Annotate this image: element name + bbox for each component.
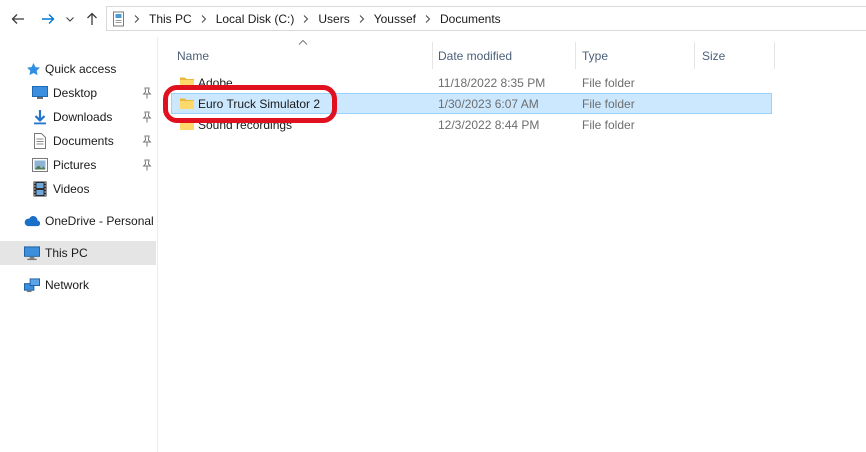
file-row-sound-recordings[interactable]: Sound recordings 12/3/2022 8:44 PM File …	[171, 114, 772, 135]
file-row-adobe[interactable]: Adobe 11/18/2022 8:35 PM File folder	[171, 72, 772, 93]
computer-icon	[24, 245, 40, 261]
breadcrumb-users[interactable]: Users	[314, 12, 353, 26]
file-date-modified: 12/3/2022 8:44 PM	[438, 117, 540, 132]
file-type: File folder	[582, 117, 635, 132]
column-divider[interactable]	[432, 42, 433, 69]
film-strip-icon	[32, 181, 48, 197]
breadcrumb-separator-icon[interactable]	[196, 14, 212, 23]
nav-item-documents[interactable]: Documents	[0, 129, 156, 153]
breadcrumb-separator-icon[interactable]	[420, 14, 436, 23]
document-icon	[32, 133, 48, 149]
back-button[interactable]	[8, 9, 28, 29]
file-name: Adobe	[198, 75, 233, 90]
recent-locations-button[interactable]	[64, 9, 76, 29]
nav-label: Pictures	[53, 158, 97, 172]
nav-item-this-pc[interactable]: This PC	[0, 241, 156, 265]
arrow-left-icon	[11, 14, 24, 24]
nav-label: Network	[45, 278, 90, 292]
nav-item-onedrive[interactable]: OneDrive - Personal	[0, 209, 156, 233]
pin-icon[interactable]	[142, 135, 152, 147]
nav-label: Desktop	[53, 86, 98, 100]
column-header-size[interactable]: Size	[702, 42, 774, 69]
arrow-up-icon	[87, 12, 97, 25]
nav-label: This PC	[45, 246, 88, 260]
chevron-down-icon	[66, 16, 74, 22]
navigation-pane: Quick access Desktop Downloads Documents	[0, 37, 158, 452]
file-name: Sound recordings	[198, 117, 293, 132]
nav-item-pictures[interactable]: Pictures	[0, 153, 156, 177]
file-name: Euro Truck Simulator 2	[198, 96, 321, 111]
column-header-name[interactable]: Name	[177, 42, 432, 69]
breadcrumb-this-pc[interactable]: This PC	[145, 12, 196, 26]
pin-icon[interactable]	[142, 111, 152, 123]
address-path-box[interactable]: This PC Local Disk (C:) Users Youssef Do…	[106, 6, 866, 31]
breadcrumb-separator-icon[interactable]	[298, 14, 314, 23]
nav-label: Quick access	[45, 62, 117, 76]
breadcrumb-documents[interactable]: Documents	[436, 12, 505, 26]
pin-icon[interactable]	[142, 87, 152, 99]
file-type: File folder	[582, 96, 635, 111]
file-row-euro-truck-simulator-2[interactable]: Euro Truck Simulator 2 1/30/2023 6:07 AM…	[171, 93, 772, 114]
column-divider[interactable]	[774, 42, 775, 69]
pin-icon[interactable]	[142, 159, 152, 171]
this-pc-icon	[111, 11, 127, 27]
nav-label: Videos	[53, 182, 90, 196]
file-date-modified: 1/30/2023 6:07 AM	[438, 96, 539, 111]
star-icon	[25, 61, 41, 77]
file-list: Name Date modified Type Size Adobe 11/18…	[159, 37, 866, 452]
breadcrumb-separator-icon[interactable]	[129, 14, 145, 23]
breadcrumb-youssef[interactable]: Youssef	[370, 12, 420, 26]
file-date-modified: 11/18/2022 8:35 PM	[438, 75, 546, 90]
forward-button[interactable]	[38, 9, 58, 29]
nav-label: OneDrive - Personal	[45, 214, 154, 228]
arrow-right-icon	[42, 14, 55, 24]
nav-item-videos[interactable]: Videos	[0, 177, 156, 201]
nav-item-network[interactable]: Network	[0, 273, 156, 297]
column-header-type[interactable]: Type	[582, 42, 694, 69]
column-header-date-modified[interactable]: Date modified	[438, 42, 575, 69]
file-type: File folder	[582, 75, 635, 90]
download-arrow-icon	[32, 109, 48, 125]
breadcrumb-local-disk[interactable]: Local Disk (C:)	[212, 12, 299, 26]
network-icon	[24, 277, 40, 293]
pictures-icon	[32, 157, 48, 173]
folder-icon	[180, 119, 194, 130]
nav-item-desktop[interactable]: Desktop	[0, 81, 156, 105]
desktop-icon	[32, 85, 48, 101]
cloud-icon	[24, 213, 40, 229]
column-divider[interactable]	[575, 42, 576, 69]
column-divider[interactable]	[694, 42, 695, 69]
nav-label: Documents	[53, 134, 114, 148]
address-bar: This PC Local Disk (C:) Users Youssef Do…	[0, 0, 866, 37]
nav-label: Downloads	[53, 110, 113, 124]
nav-item-quick-access[interactable]: Quick access	[0, 57, 156, 81]
folder-icon	[180, 98, 194, 109]
breadcrumb-separator-icon[interactable]	[354, 14, 370, 23]
up-button[interactable]	[82, 9, 102, 29]
folder-icon	[180, 77, 194, 88]
nav-item-downloads[interactable]: Downloads	[0, 105, 156, 129]
